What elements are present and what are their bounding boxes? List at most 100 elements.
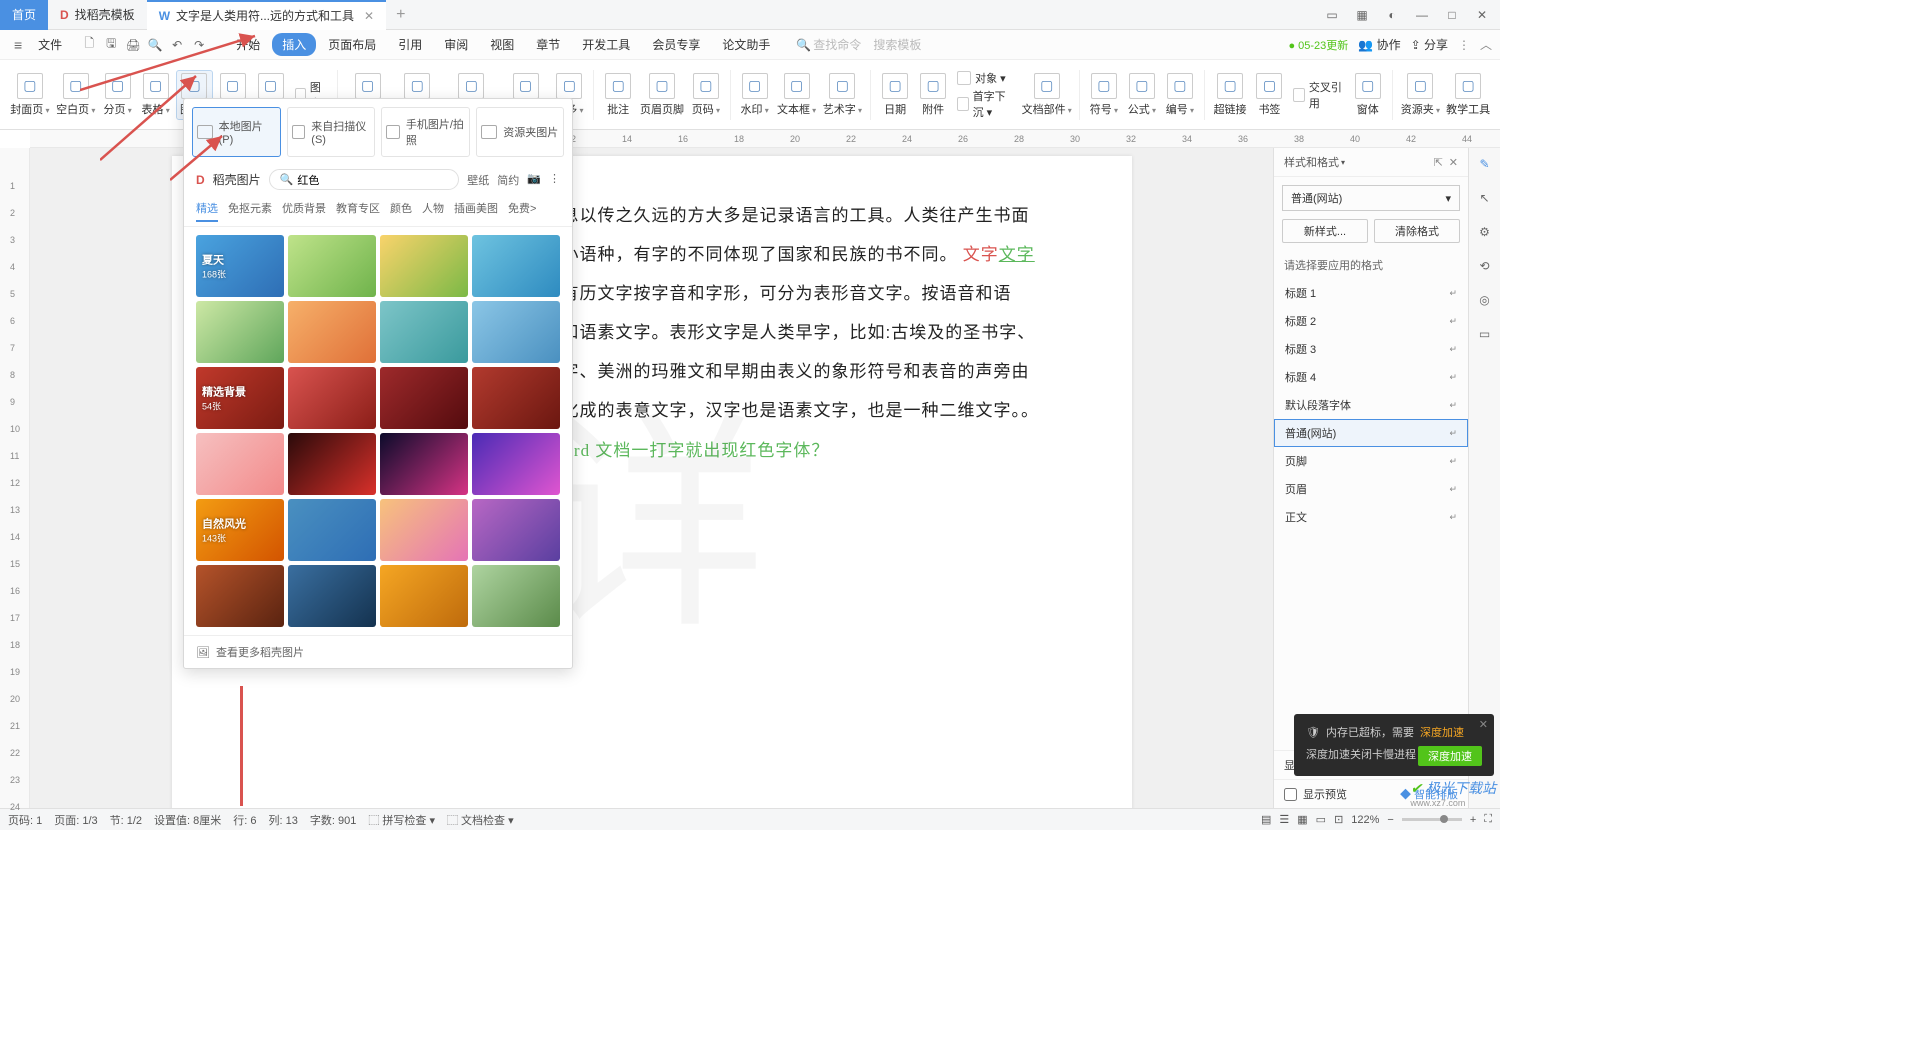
more-icon[interactable]: ⋮ [549,172,560,188]
image-thumb[interactable] [288,565,376,627]
search-command[interactable]: 查找命令 [813,36,861,53]
image-cat-免抠元素[interactable]: 免抠元素 [228,200,272,222]
zoom-slider[interactable] [1440,815,1448,823]
image-thumb[interactable] [380,433,468,495]
link-wenzi-1[interactable]: 文字 [963,245,999,264]
image-thumb[interactable]: 精选背景54张 [196,367,284,429]
update-info[interactable]: ● 05-23更新 [1288,37,1348,53]
source-resource-folder[interactable]: 资源夹图片 [476,107,565,157]
close-panel-icon[interactable]: ✕ [1449,156,1458,169]
menu-论文助手[interactable]: 论文助手 [712,33,780,56]
image-thumb[interactable] [288,367,376,429]
ribbon-水印[interactable]: ▢水印 [737,71,773,119]
hamburger-icon[interactable]: ≡ [8,37,28,53]
image-cat-免费>[interactable]: 免费> [508,200,536,222]
link-wenzi-2[interactable]: 文字 [999,245,1035,264]
menu-插入[interactable]: 插入 [272,33,316,56]
image-thumb[interactable] [472,235,560,297]
ribbon-资源夹[interactable]: ▢资源夹 [1399,71,1443,119]
image-cat-优质背景[interactable]: 优质背景 [282,200,326,222]
tab-document[interactable]: W 文字是人类用符...远的方式和工具 ✕ [147,0,386,30]
style-item[interactable]: 正文↵ [1274,503,1468,531]
file-menu[interactable]: 文件 [30,36,70,53]
ribbon-页眉页脚[interactable]: ▢页眉页脚 [638,71,686,119]
undo-icon[interactable]: ↶ [168,36,186,54]
image-thumb[interactable] [472,301,560,363]
image-cat-精选[interactable]: 精选 [196,200,218,222]
open-icon[interactable]: 🗋 [80,36,98,54]
chevron-up-icon[interactable]: ︿ [1480,36,1492,53]
clipboard-tool-icon[interactable]: ▭ [1475,324,1495,344]
image-cat-颜色[interactable]: 颜色 [390,200,412,222]
zoom-out-icon[interactable]: − [1387,814,1393,826]
style-item[interactable]: 普通(网站)↵ [1274,419,1468,447]
new-tab-button[interactable]: + [386,6,415,24]
tab-templates[interactable]: D 找稻壳模板 [48,0,147,30]
style-item[interactable]: 标题 2↵ [1274,307,1468,335]
style-select[interactable]: 普通(网站)▾ [1282,185,1460,211]
grid-icon[interactable]: ▦ [1348,3,1376,27]
zoom-fit-icon[interactable]: ⊡ [1334,813,1343,826]
menu-审阅[interactable]: 审阅 [434,33,478,56]
save-icon[interactable]: 🖫 [102,36,120,54]
preview-icon[interactable]: 🔍 [146,36,164,54]
status-col[interactable]: 列: 13 [269,812,298,828]
view-mode-1-icon[interactable]: ▤ [1261,813,1271,826]
ribbon-crossref[interactable]: 交叉引用 [1293,79,1343,111]
style-item[interactable]: 页眉↵ [1274,475,1468,503]
source-local-image[interactable]: 本地图片(P) [192,107,281,157]
image-cat-插画美图[interactable]: 插画美图 [454,200,498,222]
ribbon-附件[interactable]: ▢附件 [915,71,951,119]
ribbon-dropcap[interactable]: 首字下沉 ▾ [957,88,1014,120]
image-thumb[interactable] [472,367,560,429]
view-more-link[interactable]: 查看更多稻壳图片 [216,644,304,660]
status-section[interactable]: 节: 1/2 [110,812,142,828]
ribbon-页码[interactable]: ▢页码 [688,71,724,119]
image-search-input[interactable] [297,174,448,186]
image-thumb[interactable] [380,565,468,627]
close-window-button[interactable]: ✕ [1468,3,1496,27]
ribbon-批注[interactable]: ▢批注 [600,71,636,119]
select-tool-icon[interactable]: ↖ [1475,188,1495,208]
ribbon-书签[interactable]: ▢书签 [1251,71,1287,119]
style-item[interactable]: 标题 3↵ [1274,335,1468,363]
style-item[interactable]: 默认段落字体↵ [1274,391,1468,419]
print-icon[interactable]: 🖨 [124,36,142,54]
image-thumb[interactable] [472,499,560,561]
ribbon-封面页[interactable]: ▢封面页 [8,71,52,119]
camera-icon[interactable]: 📷 [527,172,541,188]
image-thumb[interactable] [288,301,376,363]
status-page[interactable]: 页码: 1 [8,812,42,828]
menu-视图[interactable]: 视图 [480,33,524,56]
image-thumb[interactable] [380,301,468,363]
ribbon-艺术字[interactable]: ▢艺术字 [820,71,864,119]
minimize-button[interactable]: — [1408,3,1436,27]
zoom-value[interactable]: 122% [1351,814,1379,826]
view-mode-3-icon[interactable]: ▦ [1297,813,1307,826]
ribbon-文档部件[interactable]: ▢文档部件 [1020,71,1073,119]
collab-button[interactable]: 👥 协作 [1358,36,1400,53]
refresh-tool-icon[interactable]: ⟲ [1475,256,1495,276]
ribbon-object[interactable]: 对象 ▾ [957,70,1014,86]
toast-close-icon[interactable]: ✕ [1479,718,1488,731]
maximize-button[interactable]: □ [1438,3,1466,27]
ribbon-空白页[interactable]: ▢空白页 [54,71,98,119]
format-tool-icon[interactable]: ✎ [1475,154,1495,174]
ribbon-日期[interactable]: ▢日期 [877,71,913,119]
ribbon-编号[interactable]: ▢编号 [1162,71,1198,119]
image-thumb[interactable] [472,565,560,627]
style-item[interactable]: 标题 1↵ [1274,279,1468,307]
share-button[interactable]: ⇪ 分享 [1411,36,1448,53]
toast-accelerate-button[interactable]: 深度加速 [1418,746,1482,766]
image-thumb[interactable]: 自然风光143张 [196,499,284,561]
ribbon-文本框[interactable]: ▢文本框 [775,71,819,119]
image-thumb[interactable]: 夏天168张 [196,235,284,297]
image-thumb[interactable] [288,235,376,297]
tab-home[interactable]: 首页 [0,0,48,30]
zoom-in-icon[interactable]: + [1470,814,1476,826]
more-menu-icon[interactable]: ⋮ [1458,38,1470,52]
ribbon-公式[interactable]: ▢公式 [1124,71,1160,119]
fullscreen-icon[interactable]: ⛶ [1484,813,1492,826]
show-preview-checkbox[interactable] [1284,788,1297,801]
view-mode-4-icon[interactable]: ▭ [1316,813,1326,826]
